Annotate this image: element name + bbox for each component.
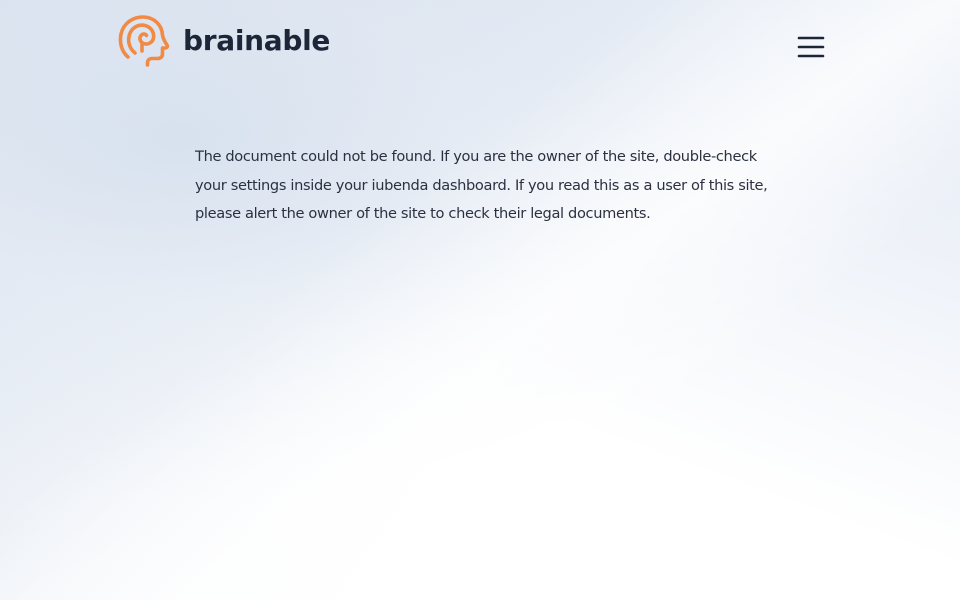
menu-toggle-button[interactable]	[793, 31, 829, 63]
head-profile-icon	[118, 15, 170, 67]
main-content: The document could not be found. If you …	[195, 143, 773, 229]
brand-name: brainable	[183, 24, 331, 57]
brand-logo-link[interactable]: brainable	[118, 15, 330, 69]
hamburger-menu-icon	[797, 36, 825, 58]
site-header: brainable	[0, 0, 960, 92]
not-found-message: The document could not be found. If you …	[195, 148, 768, 222]
